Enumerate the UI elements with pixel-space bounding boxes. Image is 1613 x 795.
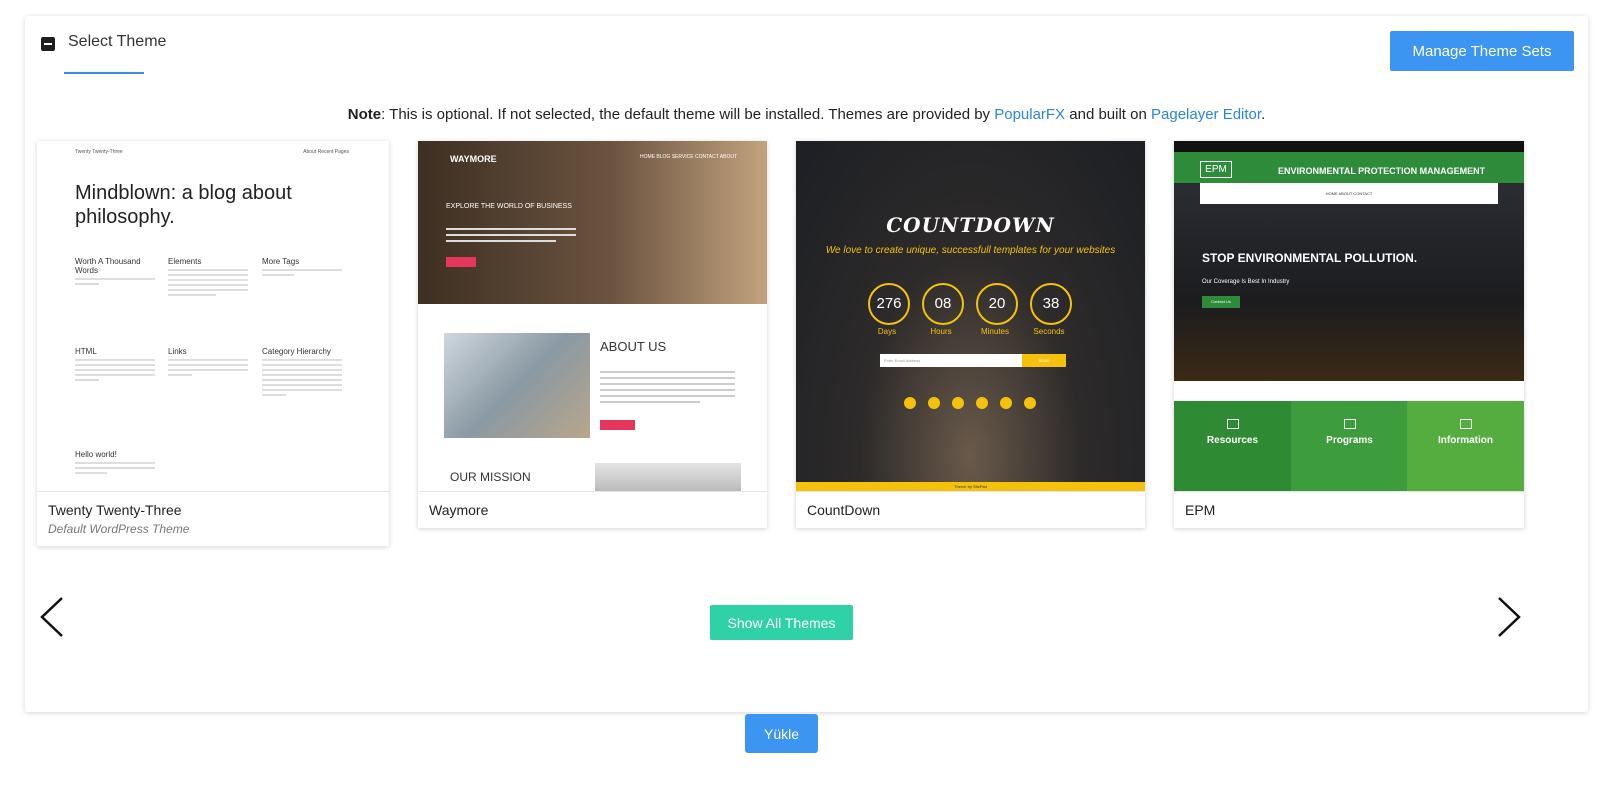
install-button[interactable]: Yükle: [745, 714, 818, 753]
theme-preview[interactable]: Twenty Twenty-Three About Recent Pages M…: [37, 141, 389, 491]
preview-line: [446, 234, 576, 236]
preview-line: [600, 377, 735, 379]
panel-title: Select Theme: [68, 33, 167, 50]
preview-line: [446, 228, 576, 230]
manage-theme-sets-button[interactable]: Manage Theme Sets: [1390, 31, 1574, 71]
preview-post: Category Hierarchy: [262, 347, 342, 399]
next-arrow-icon[interactable]: [1497, 597, 1521, 637]
preview-post: Links: [168, 347, 248, 379]
countdown-label: Days: [877, 327, 897, 336]
preview-block-information: Information: [1407, 401, 1524, 491]
note-text: Note: This is optional. If not selected,…: [25, 106, 1588, 123]
note-text-3: .: [1261, 106, 1266, 123]
previous-arrow-icon[interactable]: [40, 597, 64, 637]
theme-card-waymore[interactable]: WAYMORE HOME BLOG SERVICE CONTACT ABOUT …: [418, 141, 767, 528]
preview-hero-image: [418, 141, 767, 304]
preview-post: HTML: [75, 347, 155, 384]
countdown-days: 276: [868, 283, 910, 325]
theme-subtitle: Default WordPress Theme: [48, 522, 190, 536]
preview-read-more: [600, 420, 635, 430]
preview-line: [600, 395, 735, 397]
preview-topbar: [1174, 141, 1524, 152]
preview-mission-image: [595, 463, 741, 491]
preview-headline: STOP ENVIRONMENTAL POLLUTION.: [1202, 251, 1418, 265]
pagelayer-link[interactable]: Pagelayer Editor: [1151, 106, 1261, 123]
note-label: Note: [347, 106, 382, 123]
theme-name: EPM: [1185, 502, 1216, 518]
preview-send-button: SEND: [1022, 354, 1066, 367]
note-text-1: : This is optional. If not selected, the…: [381, 106, 995, 123]
countdown-label: Minutes: [980, 327, 1009, 336]
theme-card-twenty-twenty-three[interactable]: Twenty Twenty-Three About Recent Pages M…: [37, 141, 389, 546]
preview-subline: Our Coverage Is Best In Industry: [1202, 279, 1290, 285]
preview-logo: EPM: [1200, 161, 1232, 178]
theme-caption: EPM: [1174, 491, 1524, 528]
theme-preview[interactable]: EPM ENVIRONMENTAL PROTECTION MANAGEMENT …: [1174, 141, 1524, 491]
preview-post: More Tags: [262, 257, 342, 279]
preview-email-field: Enter Email Address: [880, 354, 1022, 367]
preview-title: ENVIRONMENTAL PROTECTION MANAGEMENT: [1278, 166, 1486, 176]
preview-menu: HOME ABOUT CONTACT: [1200, 183, 1498, 204]
preview-site-name: Twenty Twenty-Three: [75, 149, 123, 155]
countdown-seconds: 38: [1030, 283, 1072, 325]
preview-line: [446, 240, 556, 242]
preview-line: [600, 389, 735, 391]
preview-line: [600, 401, 700, 403]
preview-title: COUNTDOWN: [886, 213, 1055, 237]
preview-line: [600, 383, 735, 385]
edit-icon: [1459, 419, 1472, 429]
preview-read-more: [446, 257, 476, 267]
preview-office-image: [444, 333, 590, 438]
instagram-icon: [1000, 397, 1012, 409]
countdown-hours: 08: [922, 283, 964, 325]
title-underline: [64, 72, 144, 74]
preview-contact-button: Contact Us: [1202, 296, 1240, 308]
preview-headline: Mindblown: a blog about philosophy.: [75, 182, 292, 228]
countdown-label: Seconds: [1033, 327, 1065, 336]
linkedin-icon: [976, 397, 988, 409]
theme-preview[interactable]: COUNTDOWN We love to create unique, succ…: [796, 141, 1145, 491]
theme-caption: CountDown: [796, 491, 1145, 528]
preview-nav: HOME BLOG SERVICE CONTACT ABOUT: [640, 154, 737, 160]
list-icon: [1343, 419, 1356, 429]
preview-post: Hello world!: [75, 450, 155, 477]
leaf-icon: [1226, 419, 1239, 429]
preview-about: ABOUT US: [600, 339, 667, 354]
countdown-minutes: 20: [976, 283, 1018, 325]
preview-block-programs: Programs: [1291, 401, 1408, 491]
theme-caption: Twenty Twenty-Three Default WordPress Th…: [37, 491, 389, 546]
preview-line: [600, 371, 735, 373]
theme-name: CountDown: [807, 502, 881, 518]
theme-name: Waymore: [429, 502, 489, 518]
preview-footer: Theme by SitePad: [796, 482, 1145, 491]
tumblr-icon: [1024, 397, 1036, 409]
preview-tagline: We love to create unique, successfull te…: [825, 245, 1116, 256]
preview-mission: OUR MISSION: [450, 470, 531, 484]
dribbble-icon: [952, 397, 964, 409]
theme-preview[interactable]: WAYMORE HOME BLOG SERVICE CONTACT ABOUT …: [418, 141, 767, 491]
theme-name: Twenty Twenty-Three: [48, 502, 182, 518]
theme-card-countdown[interactable]: COUNTDOWN We love to create unique, succ…: [796, 141, 1145, 528]
preview-post: Elements: [168, 257, 248, 299]
preview-block-resources: Resources: [1174, 401, 1291, 491]
theme-card-epm[interactable]: EPM ENVIRONMENTAL PROTECTION MANAGEMENT …: [1174, 141, 1524, 528]
preview-hero-text: EXPLORE THE WORLD OF BUSINESS: [446, 203, 572, 210]
countdown-label: Hours: [930, 327, 952, 336]
popularfx-link[interactable]: PopularFX: [994, 106, 1065, 123]
facebook-icon: [904, 397, 916, 409]
twitter-icon: [928, 397, 940, 409]
preview-post: Worth A Thousand Words: [75, 257, 155, 288]
preview-nav: About Recent Pages: [303, 149, 349, 155]
collapse-icon[interactable]: [41, 37, 55, 51]
theme-caption: Waymore: [418, 491, 767, 528]
note-text-2: and built on: [1065, 106, 1151, 123]
show-all-themes-button[interactable]: Show All Themes: [710, 605, 853, 640]
preview-logo: WAYMORE: [450, 154, 497, 164]
